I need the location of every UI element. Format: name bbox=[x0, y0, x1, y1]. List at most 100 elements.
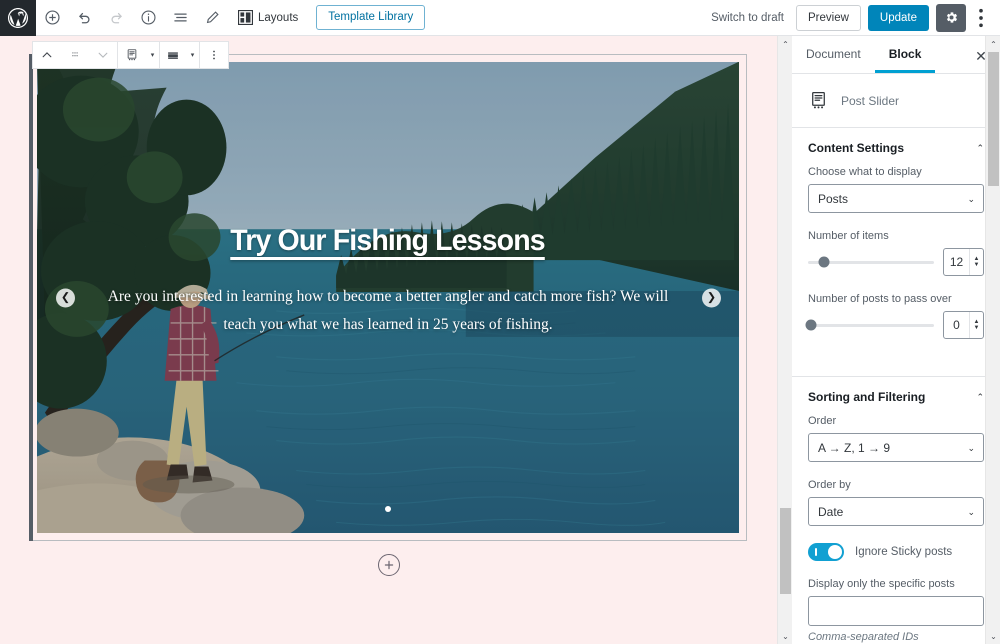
gear-icon[interactable] bbox=[936, 3, 966, 32]
field-label: Order bbox=[808, 415, 837, 427]
layouts-label: Layouts bbox=[258, 11, 299, 24]
wordpress-logo-icon[interactable] bbox=[0, 0, 36, 36]
scrollbar-thumb[interactable] bbox=[988, 52, 999, 186]
scroll-down-icon[interactable]: ⌄ bbox=[778, 628, 793, 644]
kebab-menu-icon[interactable] bbox=[968, 4, 994, 32]
stepper-value: 12 bbox=[949, 255, 964, 269]
toggle-label: Ignore Sticky posts bbox=[855, 546, 953, 558]
field-include-posts: Display only the specific posts Comma-se… bbox=[808, 578, 984, 643]
post-slider[interactable]: Try Our Fishing Lessons Are you interest… bbox=[37, 62, 739, 533]
slider-dot[interactable] bbox=[385, 506, 391, 512]
editor-scrollbar[interactable]: ⌃ ⌄ bbox=[777, 36, 792, 644]
field-posts-to-pass-over: Number of posts to pass over 0 ▲ ▼ bbox=[805, 293, 984, 339]
tab-document[interactable]: Document bbox=[792, 36, 875, 73]
update-button[interactable]: Update bbox=[867, 4, 929, 31]
include-posts-help: Comma-separated IDs bbox=[808, 631, 919, 643]
chevron-down-icon[interactable]: ▾ bbox=[146, 42, 159, 68]
panel-sorting-filtering-header[interactable]: Sorting and Filtering ⌃ bbox=[792, 377, 1000, 415]
align-full-width-icon[interactable] bbox=[160, 42, 186, 68]
layouts-icon bbox=[238, 10, 253, 25]
ignore-sticky-posts-row: Ignore Sticky posts bbox=[808, 543, 984, 561]
slide-description: Are you interested in learning how to be… bbox=[107, 288, 669, 333]
panel-sorting-filtering-body: Order A → Z, 1 → 9 ⌄ Order by Date ⌄ Ign… bbox=[792, 415, 1000, 644]
stepper-down-icon[interactable]: ▼ bbox=[974, 262, 980, 268]
number-of-items-stepper[interactable]: 12 ▲ ▼ bbox=[943, 248, 984, 276]
top-bar-actions: Switch to draft Preview Update bbox=[699, 0, 1000, 36]
stepper-up-icon[interactable]: ▲ bbox=[974, 256, 980, 262]
field-label: Number of posts to pass over bbox=[808, 293, 952, 305]
drag-dots-icon[interactable] bbox=[61, 42, 89, 68]
panel-title: Sorting and Filtering bbox=[808, 390, 926, 404]
chevron-right-circle-icon[interactable]: ❯ bbox=[702, 288, 721, 307]
kebab-menu-icon[interactable] bbox=[200, 42, 228, 68]
stepper-arrows[interactable]: ▲ ▼ bbox=[969, 312, 983, 338]
block-alignment-control[interactable]: ▾ bbox=[160, 42, 199, 68]
order-by-select[interactable]: Date bbox=[808, 497, 984, 526]
slide-title: Try Our Fishing Lessons bbox=[230, 224, 546, 257]
chevron-up-icon[interactable]: ⌃ bbox=[976, 143, 984, 154]
panel-content-settings-header[interactable]: Content Settings ⌃ bbox=[792, 128, 1000, 166]
post-slider-icon bbox=[808, 90, 829, 111]
info-icon[interactable] bbox=[132, 0, 164, 36]
stepper-value: 0 bbox=[953, 318, 960, 332]
wordpress-block-editor: Layouts Template Library Switch to draft… bbox=[0, 0, 1000, 644]
post-slider-icon[interactable] bbox=[118, 42, 146, 68]
include-posts-input[interactable] bbox=[808, 596, 984, 626]
pass-over-stepper[interactable]: 0 ▲ ▼ bbox=[943, 311, 984, 339]
add-block-icon[interactable] bbox=[36, 0, 68, 36]
chevron-left-circle-icon[interactable]: ❮ bbox=[56, 288, 75, 307]
switch-to-draft-button[interactable]: Switch to draft bbox=[699, 12, 796, 24]
redo-icon[interactable] bbox=[100, 0, 132, 36]
slider-dots bbox=[37, 506, 739, 512]
field-label: Display only the specific posts bbox=[808, 578, 955, 590]
chevron-up-icon[interactable]: ⌃ bbox=[976, 392, 984, 403]
stepper-arrows[interactable]: ▲ ▼ bbox=[969, 249, 983, 275]
panel-sorting-filtering: Sorting and Filtering ⌃ Order A → Z, 1 →… bbox=[792, 377, 1000, 644]
block-navigation-icon[interactable] bbox=[164, 0, 196, 36]
display-type-select[interactable]: Posts bbox=[808, 184, 984, 213]
top-bar-tools: Layouts Template Library bbox=[36, 0, 426, 36]
block-name-label: Post Slider bbox=[841, 93, 900, 108]
field-label: Choose what to display bbox=[808, 166, 922, 178]
field-choose-what-to-display: Choose what to display Posts ⌄ bbox=[808, 166, 984, 213]
tab-block[interactable]: Block bbox=[875, 36, 936, 73]
block-mover bbox=[33, 42, 117, 68]
panel-content-settings-body: Choose what to display Posts ⌄ Number of… bbox=[792, 166, 1000, 372]
ignore-sticky-posts-toggle[interactable] bbox=[808, 543, 844, 561]
slide-content: Try Our Fishing Lessons Are you interest… bbox=[37, 224, 739, 338]
chevron-down-icon[interactable] bbox=[89, 42, 117, 68]
stepper-down-icon[interactable]: ▼ bbox=[974, 325, 980, 331]
plus-circle-icon[interactable] bbox=[377, 554, 400, 576]
preview-button[interactable]: Preview bbox=[796, 4, 861, 31]
pass-over-slider[interactable] bbox=[805, 319, 934, 331]
panel-content-settings: Content Settings ⌃ Choose what to displa… bbox=[792, 128, 1000, 377]
layouts-button[interactable]: Layouts bbox=[228, 0, 306, 36]
field-label: Order by bbox=[808, 479, 851, 491]
editor-canvas: Try Our Fishing Lessons Are you interest… bbox=[0, 36, 777, 644]
undo-icon[interactable] bbox=[68, 0, 100, 36]
sidebar-scrollbar[interactable]: ⌃ ⌄ bbox=[985, 36, 1000, 644]
scroll-up-icon[interactable]: ⌃ bbox=[986, 36, 1000, 52]
template-library-button[interactable]: Template Library bbox=[316, 5, 426, 30]
chevron-down-icon[interactable]: ▾ bbox=[186, 42, 199, 68]
field-number-of-items: Number of items 12 ▲ ▼ bbox=[808, 230, 984, 276]
number-of-items-slider[interactable] bbox=[808, 256, 934, 268]
stepper-up-icon[interactable]: ▲ bbox=[974, 319, 980, 325]
editor-top-bar: Layouts Template Library Switch to draft… bbox=[0, 0, 1000, 36]
scroll-down-icon[interactable]: ⌄ bbox=[986, 628, 1000, 644]
field-order: Order A → Z, 1 → 9 ⌄ bbox=[808, 415, 984, 462]
block-type-switcher[interactable]: ▾ bbox=[118, 42, 159, 68]
field-order-by: Order by Date ⌄ bbox=[808, 479, 984, 526]
chevron-up-icon[interactable] bbox=[33, 42, 61, 68]
toggle-bar-icon bbox=[815, 548, 817, 556]
scroll-up-icon[interactable]: ⌃ bbox=[778, 36, 793, 52]
slider-thumb[interactable] bbox=[818, 256, 830, 268]
field-label: Number of items bbox=[808, 230, 889, 242]
order-select[interactable]: A → Z, 1 → 9 bbox=[808, 433, 984, 462]
edit-pencil-icon[interactable] bbox=[196, 0, 228, 36]
sidebar-tabs: Document Block ✕ bbox=[792, 36, 1000, 74]
slider-thumb[interactable] bbox=[805, 319, 817, 331]
scrollbar-thumb[interactable] bbox=[780, 508, 791, 594]
post-slider-block[interactable]: Try Our Fishing Lessons Are you interest… bbox=[29, 54, 747, 541]
toggle-knob bbox=[828, 545, 842, 559]
